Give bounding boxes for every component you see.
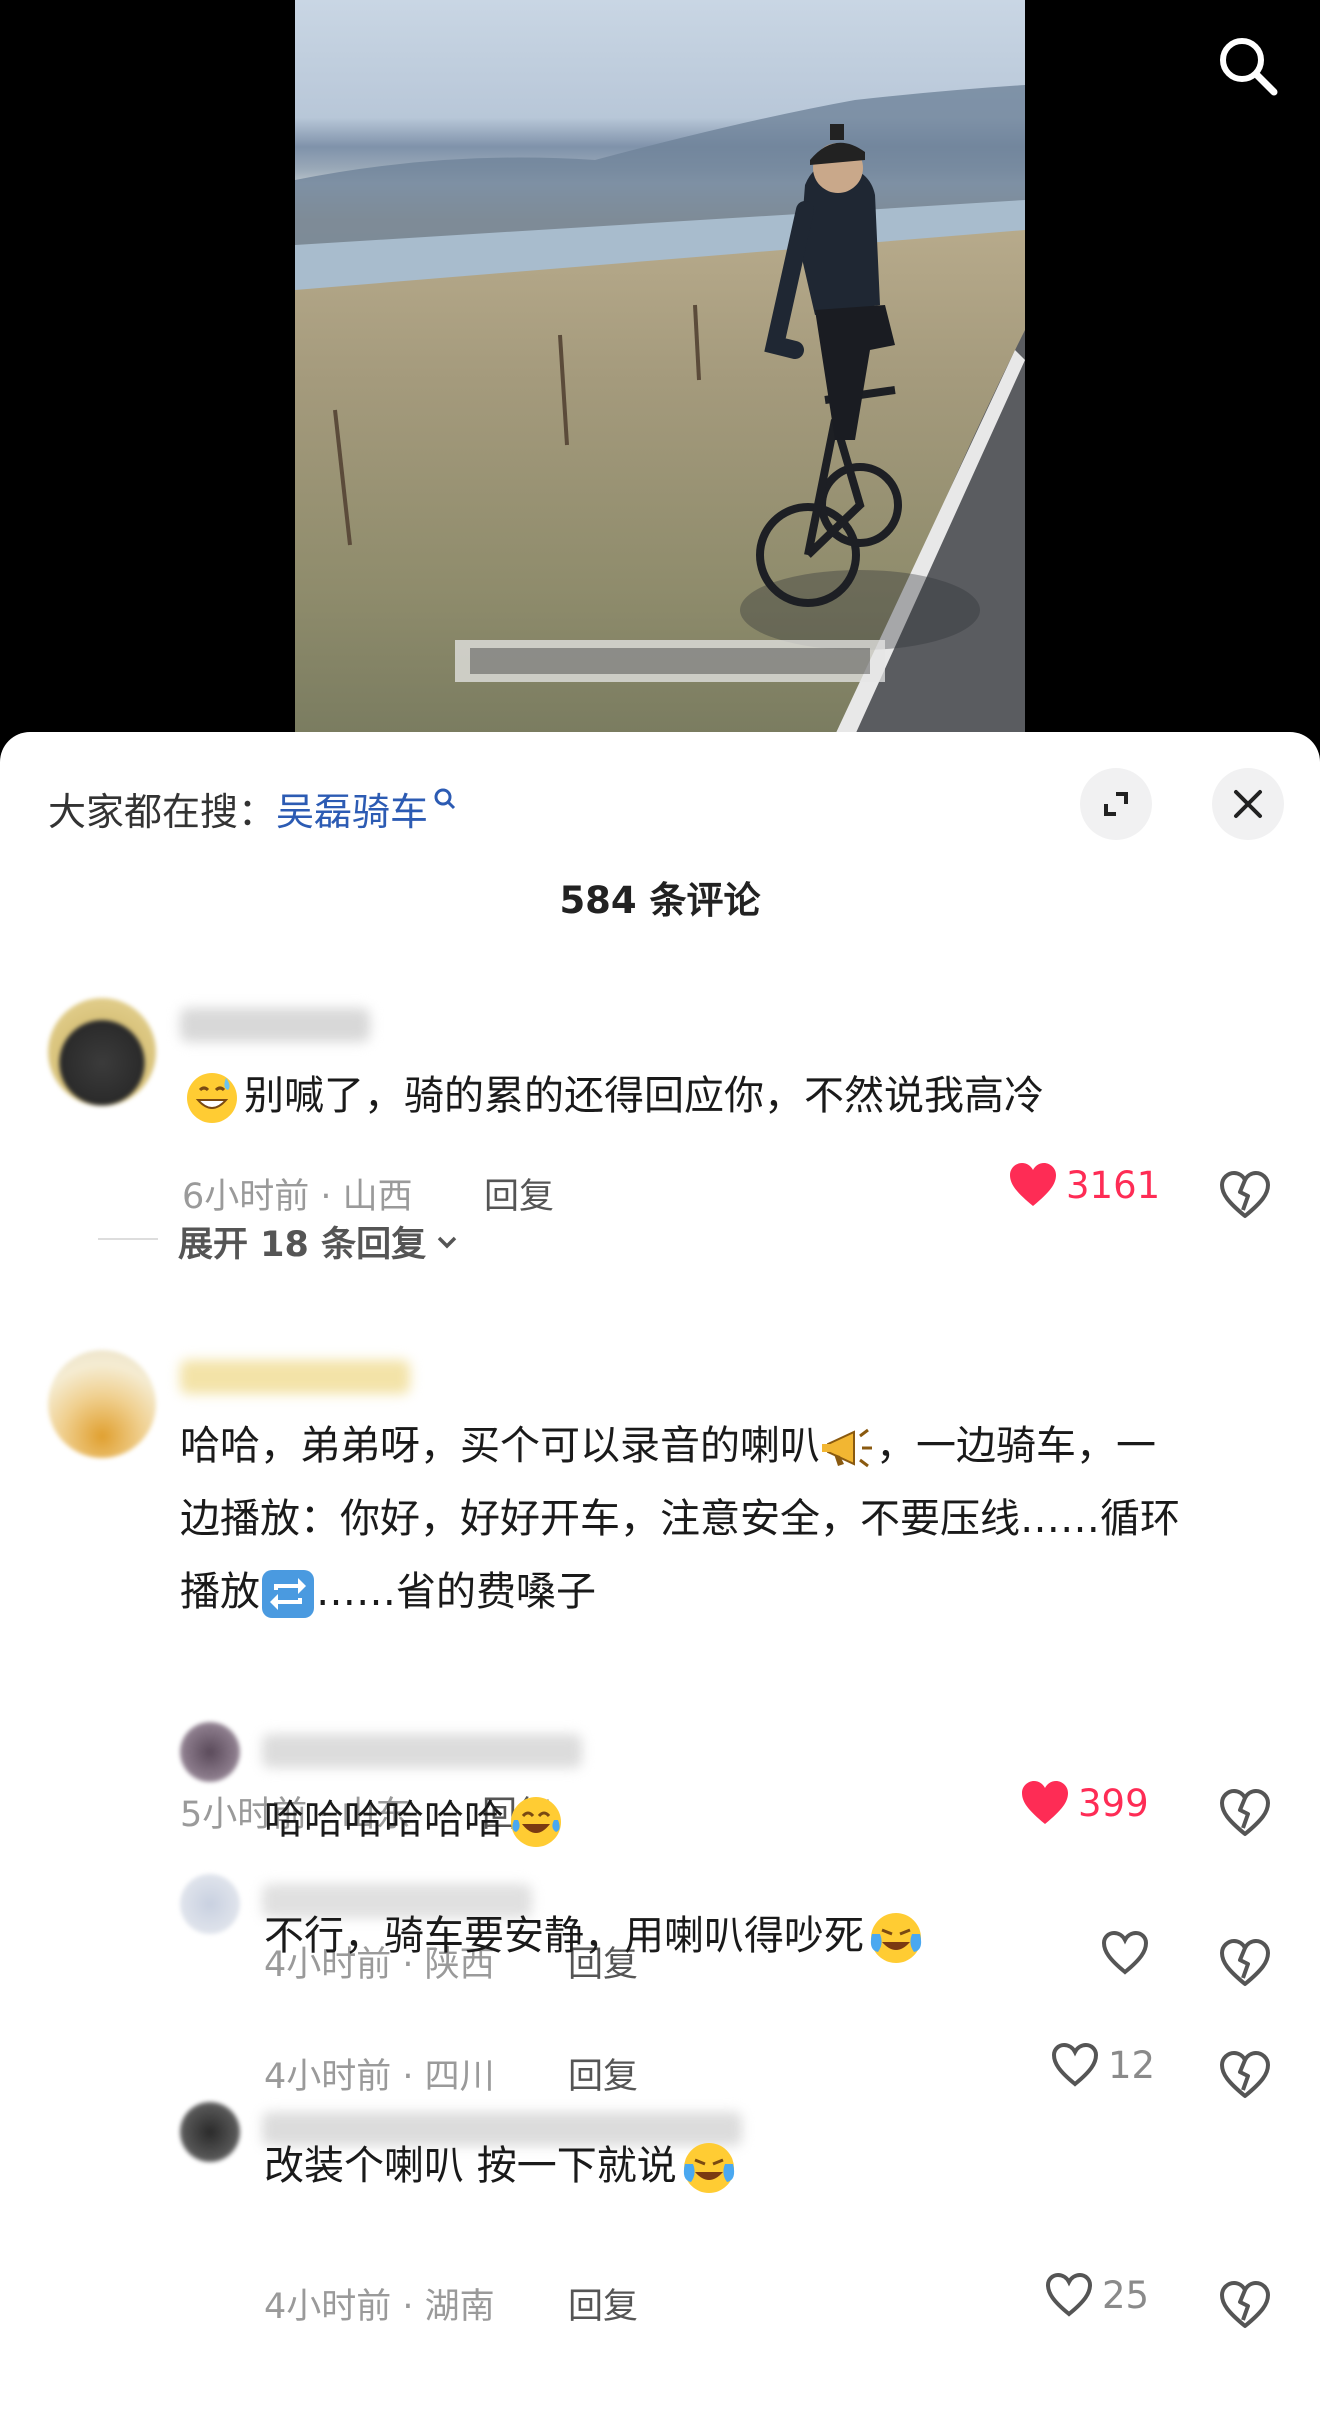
crying-laughing-emoji-icon bbox=[683, 2143, 734, 2193]
comment-text: 别喊了，骑的累的还得回应你，不然说我高冷 bbox=[184, 1060, 1044, 1133]
search-icon[interactable] bbox=[1212, 30, 1284, 102]
comment-count: 584 条评论 bbox=[559, 879, 761, 922]
reply-time-location: 4小时前 · 四川 bbox=[264, 2057, 495, 2097]
comment-text-line: 哈哈，弟弟呀，买个可以录音的喇叭 bbox=[180, 1423, 820, 1469]
reply-text-content: 哈哈哈哈哈哈 bbox=[264, 1797, 504, 1843]
heart-outline-icon bbox=[1045, 2272, 1093, 2317]
hot-search-term[interactable]: 吴磊骑车 bbox=[276, 781, 458, 836]
comment-text-content: 别喊了，骑的累的还得回应你，不然说我高冷 bbox=[244, 1073, 1044, 1119]
reply-text: 改装个喇叭 按一下就说 bbox=[264, 2130, 737, 2203]
reply-text: 不行，骑车要安静，用喇叭得吵死 bbox=[264, 1900, 924, 1973]
video-scene-cyclist bbox=[295, 85, 1025, 735]
reply-button[interactable]: 回复 bbox=[568, 2278, 638, 2329]
like-button[interactable]: 3161 bbox=[1008, 1162, 1160, 1208]
avatar[interactable] bbox=[180, 1874, 240, 1934]
comment-text: 哈哈，弟弟呀，买个可以录音的喇叭 ，一边骑车，一 边播放：你好，好好开车，注意安… bbox=[180, 1410, 1180, 1629]
avatar[interactable] bbox=[48, 998, 156, 1106]
video-player[interactable] bbox=[0, 0, 1320, 740]
dislike-icon[interactable] bbox=[1218, 1170, 1272, 1220]
username-blurred[interactable] bbox=[180, 1008, 370, 1042]
comment-text-line: ，一边骑车，一 bbox=[876, 1423, 1156, 1469]
expand-replies-label[interactable]: 展开 18 条回复 bbox=[178, 1216, 426, 1267]
reply-text-content: 不行，骑车要安静，用喇叭得吵死 bbox=[264, 1913, 864, 1959]
dislike-icon[interactable] bbox=[1218, 2050, 1272, 2100]
expand-icon bbox=[1104, 792, 1128, 816]
hot-search-term-text[interactable]: 吴磊骑车 bbox=[276, 781, 428, 836]
close-panel-button[interactable] bbox=[1212, 768, 1284, 840]
reply-text: 哈哈哈哈哈哈 bbox=[264, 1784, 564, 1857]
repeat-emoji-icon bbox=[262, 1570, 314, 1618]
comment-text-line: 边播放：你好，好好开车，注意安全，不要压线……循环 bbox=[180, 1496, 1180, 1542]
small-search-icon bbox=[434, 788, 456, 810]
grin-sweat-emoji-icon bbox=[187, 1073, 237, 1123]
reply-time-location: 4小时前 · 湖南 bbox=[264, 2287, 495, 2327]
avatar[interactable] bbox=[48, 1350, 156, 1458]
avatar[interactable] bbox=[180, 1722, 240, 1782]
crying-laughing-emoji-icon bbox=[870, 1913, 922, 1963]
hot-search-bar: 大家都在搜： 吴磊骑车 bbox=[48, 778, 458, 838]
dislike-icon[interactable] bbox=[1218, 2280, 1272, 2330]
heart-outline-icon bbox=[1051, 2042, 1099, 2087]
like-count: 12 bbox=[1108, 2043, 1156, 2087]
heart-filled-icon bbox=[1010, 1163, 1056, 1206]
dislike-icon[interactable] bbox=[1218, 1788, 1272, 1838]
username-blurred[interactable] bbox=[262, 1734, 582, 1768]
expand-panel-button[interactable] bbox=[1080, 768, 1152, 840]
comment-time-location: 6小时前 · 山西 bbox=[182, 1177, 413, 1217]
divider-line bbox=[98, 1238, 158, 1240]
comment-text-line: 播放 bbox=[180, 1569, 260, 1615]
username-blurred[interactable] bbox=[180, 1360, 410, 1394]
reply-button[interactable]: 回复 bbox=[568, 2048, 638, 2099]
hot-search-label: 大家都在搜： bbox=[48, 789, 277, 834]
like-button[interactable]: 12 bbox=[1050, 2042, 1155, 2088]
comments-panel: 大家都在搜： 吴磊骑车 584 条评论 别喊了，骑的累的还得回应你，不然说我高冷… bbox=[0, 732, 1320, 2410]
avatar[interactable] bbox=[180, 2102, 240, 2162]
like-count: 3161 bbox=[1066, 1163, 1161, 1207]
like-count: 25 bbox=[1102, 2273, 1150, 2317]
like-count: 399 bbox=[1078, 1781, 1149, 1825]
comment-text-line: ……省的费嗓子 bbox=[316, 1569, 596, 1615]
video-frame bbox=[295, 0, 1025, 735]
laughing-tears-emoji-icon bbox=[511, 1797, 561, 1847]
chevron-down-icon bbox=[437, 1236, 457, 1248]
heart-filled-icon bbox=[1022, 1781, 1068, 1824]
like-button[interactable] bbox=[1100, 1930, 1158, 1976]
like-button[interactable]: 25 bbox=[1044, 2272, 1149, 2318]
expand-replies-button[interactable]: 展开 18 条回复 bbox=[98, 1216, 462, 1267]
megaphone-emoji-icon bbox=[822, 1428, 872, 1468]
reply-text-content: 改装个喇叭 按一下就说 bbox=[264, 2143, 677, 2189]
close-icon bbox=[1234, 790, 1262, 818]
heart-outline-icon bbox=[1101, 1930, 1149, 1975]
reply-button[interactable]: 回复 bbox=[484, 1168, 554, 1219]
like-button[interactable]: 399 bbox=[1020, 1780, 1149, 1826]
dislike-icon[interactable] bbox=[1218, 1938, 1272, 1988]
